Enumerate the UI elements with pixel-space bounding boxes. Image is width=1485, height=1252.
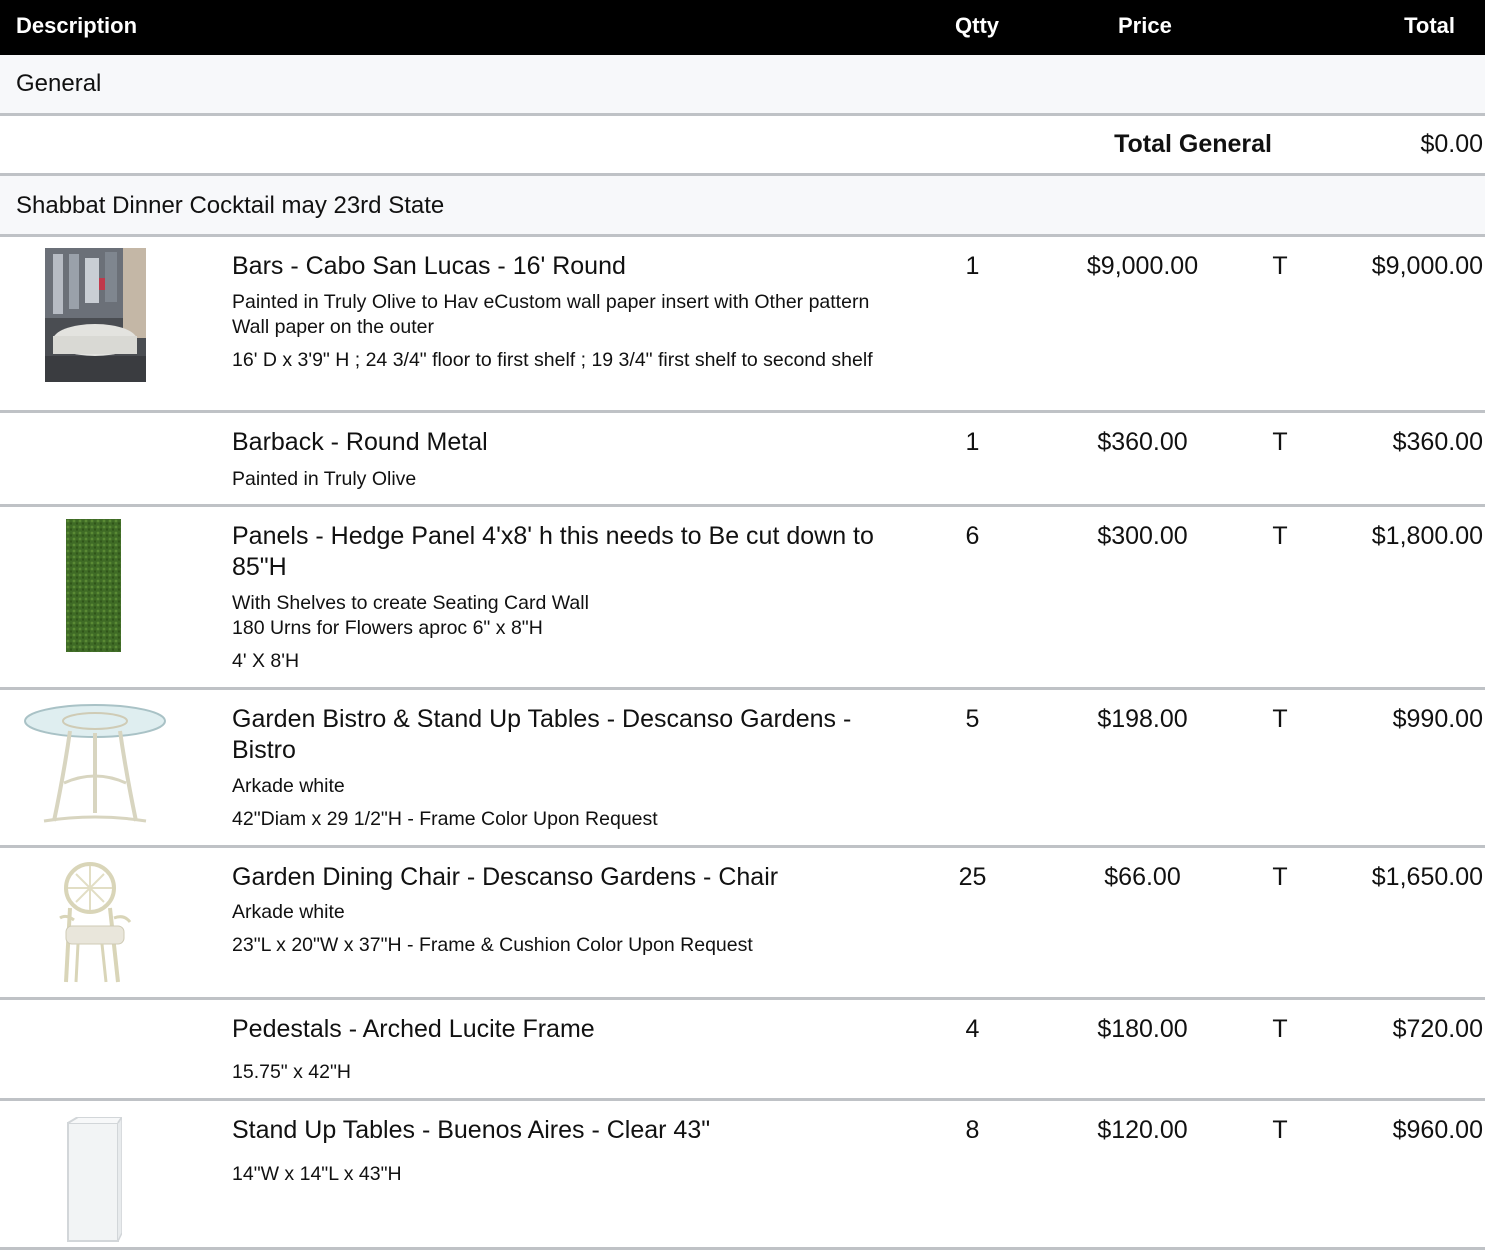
table-row: Pedestals - Arched Lucite Frame 15.75" x… (0, 1000, 1485, 1101)
item-total: $1,800.00 (1371, 522, 1483, 550)
garden-chair-thumbnail (52, 860, 136, 995)
item-total: $9,000.00 (1371, 252, 1483, 280)
item-name: Panels - Hedge Panel 4'x8' h this needs … (232, 522, 874, 581)
item-description: With Shelves to create Seating Card Wall… (232, 592, 589, 639)
section-total-value: $0.00 (1420, 130, 1483, 158)
item-name: Garden Dining Chair - Descanso Gardens -… (232, 863, 779, 891)
item-description: Painted in Truly Olive to Hav eCustom wa… (232, 291, 870, 338)
table-row: Garden Dining Chair - Descanso Gardens -… (0, 848, 1485, 1000)
item-dimensions: 23"L x 20"W x 37"H - Frame & Cushion Col… (232, 934, 753, 956)
item-dimensions: 16' D x 3'9" H ; 24 3/4" floor to first … (232, 349, 873, 371)
item-dimensions: 42"Diam x 29 1/2"H - Frame Color Upon Re… (232, 808, 658, 830)
hedge-panel-thumbnail (66, 519, 121, 657)
item-name: Stand Up Tables - Buenos Aires - Clear 4… (232, 1116, 711, 1144)
item-price: $300.00 (1097, 522, 1188, 550)
item-tax-flag: T (1272, 1015, 1288, 1043)
table-row: Garden Bistro & Stand Up Tables - Descan… (0, 690, 1485, 848)
item-total: $990.00 (1392, 705, 1483, 733)
item-name: Garden Bistro & Stand Up Tables - Descan… (232, 705, 852, 764)
header-total: Total (1404, 13, 1455, 38)
item-tax-flag: T (1272, 522, 1288, 550)
item-name: Barback - Round Metal (232, 428, 488, 456)
item-price: $180.00 (1097, 1015, 1188, 1043)
item-tax-flag: T (1272, 428, 1288, 456)
bistro-table-thumbnail (24, 703, 166, 840)
item-name: Bars - Cabo San Lucas - 16' Round (232, 252, 626, 280)
item-tax-flag: T (1272, 863, 1288, 891)
header-qty: Qtty (955, 13, 999, 38)
item-qty: 8 (965, 1116, 980, 1144)
item-qty: 25 (958, 863, 987, 891)
item-qty: 6 (965, 522, 980, 550)
item-total: $1,650.00 (1371, 863, 1483, 891)
header-description: Description (16, 13, 138, 38)
item-price: $66.00 (1104, 863, 1181, 891)
item-price: $120.00 (1097, 1116, 1188, 1144)
section-total-label: Total General (1114, 130, 1272, 158)
item-tax-flag: T (1272, 252, 1288, 280)
table-row: Panels - Hedge Panel 4'x8' h this needs … (0, 507, 1485, 690)
item-tax-flag: T (1272, 1116, 1288, 1144)
item-dimensions: 14"W x 14"L x 43"H (232, 1163, 402, 1185)
header-price: Price (1118, 13, 1172, 38)
item-total: $960.00 (1392, 1116, 1483, 1144)
item-qty: 1 (965, 428, 980, 456)
item-name: Pedestals - Arched Lucite Frame (232, 1015, 595, 1043)
table-row: Bars - Cabo San Lucas - 16' Round Painte… (0, 237, 1485, 413)
item-qty: 4 (965, 1015, 980, 1043)
item-total: $720.00 (1392, 1015, 1483, 1043)
item-price: $9,000.00 (1086, 252, 1199, 280)
bar-photo-thumbnail (45, 248, 146, 387)
clear-table-thumbnail (64, 1114, 124, 1250)
item-qty: 1 (965, 252, 980, 280)
item-price: $198.00 (1097, 705, 1188, 733)
item-price: $360.00 (1097, 428, 1188, 456)
item-description: Painted in Truly Olive (232, 468, 417, 490)
item-total: $360.00 (1392, 428, 1483, 456)
section-title: Shabbat Dinner Cocktail may 23rd State (16, 192, 445, 219)
item-description: Arkade white (232, 775, 345, 797)
item-qty: 5 (965, 705, 980, 733)
section-header-shabbat: Shabbat Dinner Cocktail may 23rd State (0, 176, 1485, 237)
table-row: Stand Up Tables - Buenos Aires - Clear 4… (0, 1101, 1485, 1250)
table-header: Description Qtty Price Total (0, 0, 1485, 55)
section-header-general: General (0, 55, 1485, 116)
section-total-row: Total General $0.00 (0, 116, 1485, 176)
item-dimensions: 15.75" x 42"H (232, 1061, 351, 1083)
item-dimensions: 4' X 8'H (232, 650, 300, 672)
item-tax-flag: T (1272, 705, 1288, 733)
section-title: General (16, 70, 102, 97)
table-row: Barback - Round Metal Painted in Truly O… (0, 413, 1485, 507)
item-description: Arkade white (232, 901, 345, 923)
